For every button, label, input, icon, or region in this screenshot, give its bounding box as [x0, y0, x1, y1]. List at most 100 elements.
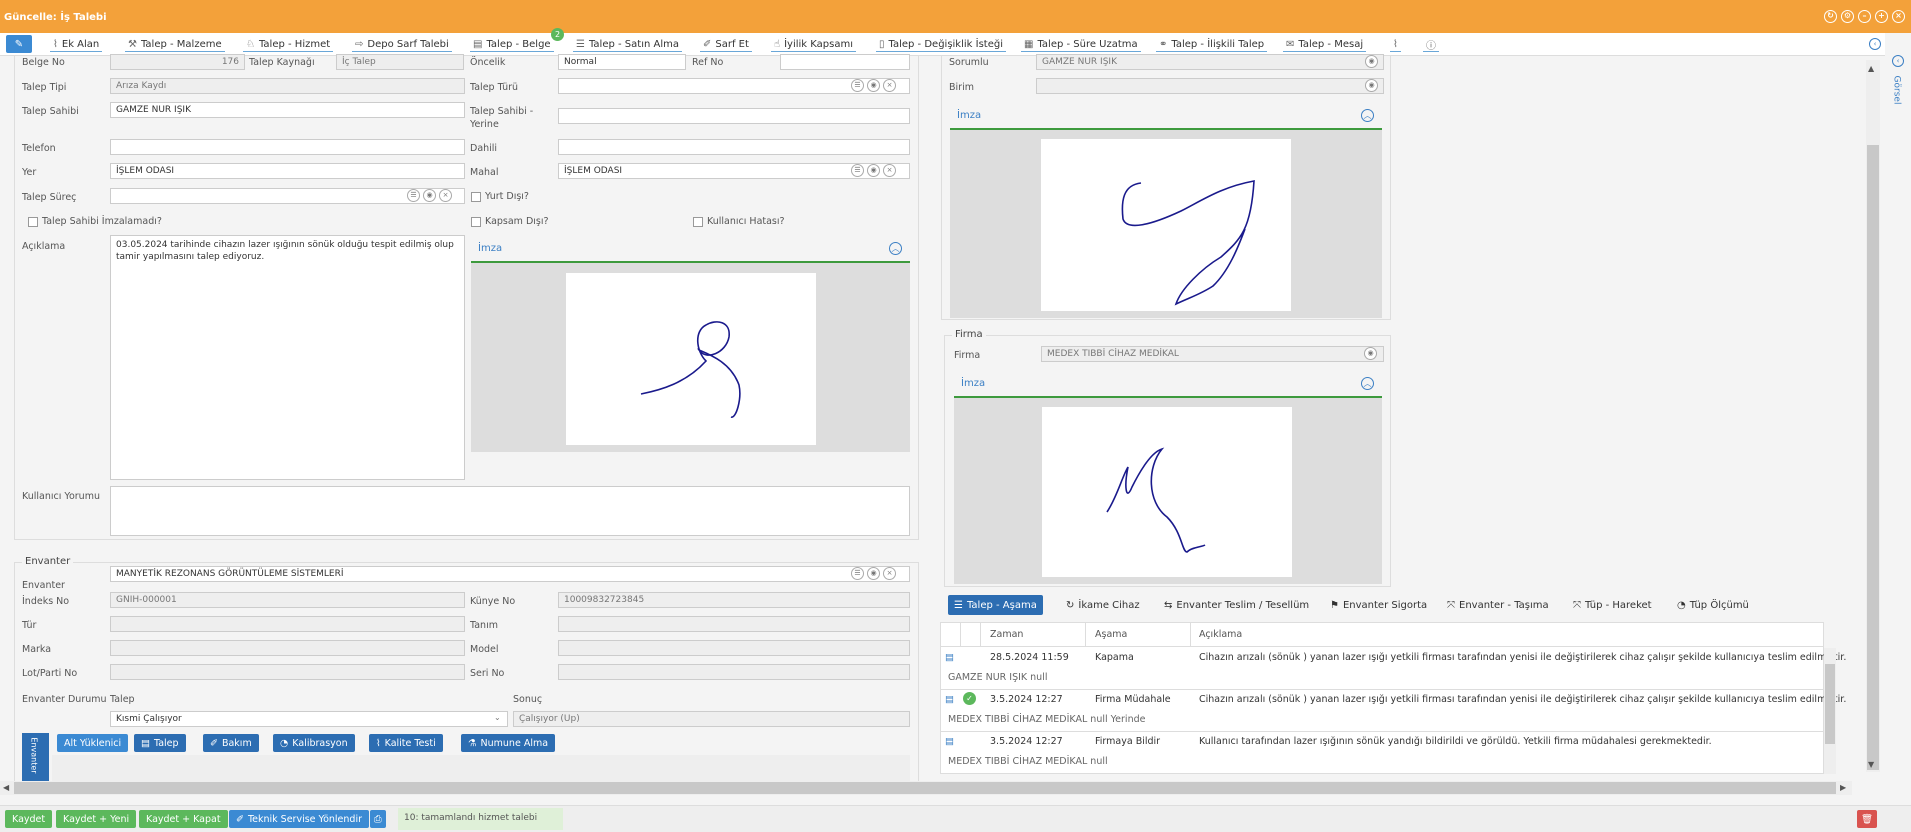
row-detail-icon[interactable]: ▤ [945, 652, 954, 663]
alt-yuklenici-button[interactable]: Alt Yüklenici [57, 734, 129, 752]
signature-canvas[interactable] [1042, 407, 1292, 577]
tab-talep-belge[interactable]: ▤ Talep - Belge [470, 37, 554, 52]
eye-icon[interactable]: ◉ [423, 189, 436, 202]
kunye-no-label: Künye No [470, 596, 516, 607]
document-icon: ▤ [141, 737, 150, 749]
tab-iyilik-kapsami[interactable]: ☝ İyilik Kapsamı [771, 37, 856, 52]
ref-no-field[interactable] [780, 54, 910, 70]
tab-iliskili-talep[interactable]: ⚭ Talep - İlişkili Talep [1156, 37, 1268, 52]
grid-tab-ikame-cihaz[interactable]: ↻ İkame Cihaz [1066, 595, 1140, 615]
tab-talep-mesaj[interactable]: ✉ Talep - Mesaj [1283, 37, 1367, 52]
kullanici-hatasi-checkbox[interactable]: Kullanıcı Hatası? [693, 216, 785, 227]
list-icon[interactable]: ☰ [407, 189, 420, 202]
imza-panel: İmza ︿ [471, 235, 910, 452]
side-tab-gorsel[interactable]: ‹ Görsel [1890, 55, 1908, 115]
numune-alma-button[interactable]: ⚗ Numune Alma [461, 734, 556, 752]
kalibrasyon-button[interactable]: ◔ Kalibrasyon [273, 734, 355, 752]
grid-scrollbar-thumb[interactable] [1825, 664, 1835, 744]
row-detail-icon[interactable]: ▤ [945, 694, 954, 705]
row-detail-icon[interactable]: ▤ [945, 736, 954, 747]
tab-ek-alan[interactable]: ⌇ Ek Alan [50, 37, 103, 52]
scroll-down-icon[interactable]: ▼ [1868, 760, 1874, 769]
grid-tab-envanter-tasima[interactable]: ⤧ Envanter - Taşıma [1447, 595, 1549, 615]
grid-tab-tup-hareket[interactable]: ⤧ Tüp - Hareket [1573, 595, 1652, 615]
clear-icon[interactable]: × [883, 79, 896, 92]
refresh-icon[interactable]: ↻ [1824, 10, 1837, 23]
envanter-field[interactable]: MANYETİK REZONANS GÖRÜNTÜLEME SİSTEMLERİ [110, 566, 910, 582]
clear-icon[interactable]: × [883, 567, 896, 580]
collapse-up-icon[interactable]: ︿ [1361, 109, 1374, 122]
kalite-testi-button[interactable]: ⌇ Kalite Testi [369, 734, 443, 752]
dahili-field[interactable] [558, 139, 910, 155]
table-row[interactable]: ▤ ✓ 3.5.2024 12:27 Firma Müdahale Cihazı… [940, 690, 1846, 732]
tab-talep-hizmet[interactable]: ♘ Talep - Hizmet [243, 37, 334, 52]
grid-tab-envanter-sigorta[interactable]: ⚑ Envanter Sigorta [1330, 595, 1427, 615]
scroll-up-icon[interactable]: ▲ [1868, 64, 1874, 73]
table-row[interactable]: ▤ 28.5.2024 11:59 Kapama Cihazın arızalı… [940, 648, 1846, 690]
yer-field[interactable]: İŞLEM ODASI [110, 163, 465, 179]
eye-icon[interactable]: ◉ [867, 164, 880, 177]
collapse-icon[interactable]: ‹ [1869, 38, 1881, 50]
signature-canvas[interactable] [566, 273, 816, 445]
teknik-servis-button[interactable]: ✐ Teknik Servise Yönlendir [229, 810, 369, 828]
collapse-up-icon[interactable]: ︿ [1361, 377, 1374, 390]
talep-sahibi-yerine-field[interactable] [558, 108, 910, 124]
kaydet-kapat-button[interactable]: Kaydet + Kapat [139, 810, 228, 828]
print-button[interactable]: ⎙ [370, 810, 386, 828]
delete-button[interactable]: 🗑 [1857, 810, 1878, 828]
edit-tab[interactable]: ✎ [6, 35, 32, 53]
kullanici-yorumu-textarea[interactable] [110, 486, 910, 536]
settings-icon[interactable]: ⚙ [1841, 10, 1854, 23]
tab-sarf-et[interactable]: ✐ Sarf Et [700, 37, 752, 52]
telefon-field[interactable] [110, 139, 465, 155]
page-hscrollbar-thumb[interactable] [14, 782, 1836, 794]
marka-field [110, 640, 465, 656]
envanter-vertical-tab[interactable]: Envanter [22, 733, 49, 782]
talep-button[interactable]: ▤ Talep [134, 734, 186, 752]
scroll-left-icon[interactable]: ◀ [3, 783, 9, 792]
yurt-disi-checkbox[interactable]: Yurt Dışı? [471, 191, 529, 202]
talep-surec-label: Talep Süreç [22, 192, 77, 203]
check-icon: ✓ [963, 692, 976, 705]
tab-attachment[interactable]: ⌇ [1390, 37, 1401, 52]
tab-degisiklik-istegi[interactable]: ▯ Talep - Değişiklik İsteği [876, 37, 1006, 52]
talep-sahibi-imzalamadi-checkbox[interactable]: Talep Sahibi İmzalamadı? [28, 216, 162, 227]
tab-talep-malzeme[interactable]: ⚒ Talep - Malzeme [125, 37, 225, 52]
column-header-zaman[interactable]: Zaman [990, 629, 1023, 640]
clear-icon[interactable]: × [439, 189, 452, 202]
kaydet-yeni-button[interactable]: Kaydet + Yeni [56, 810, 137, 828]
column-header-aciklama[interactable]: Açıklama [1199, 629, 1242, 640]
kapsam-disi-checkbox[interactable]: Kapsam Dışı? [471, 216, 549, 227]
scroll-right-icon[interactable]: ▶ [1840, 783, 1846, 792]
grid-tab-talep-asama[interactable]: ☰ Talep - Aşama [948, 595, 1043, 615]
oncelik-select[interactable]: Normal [558, 54, 686, 70]
grid-tab-tup-olcumu[interactable]: ◔ Tüp Ölçümü [1677, 595, 1749, 615]
clear-icon[interactable]: × [883, 164, 896, 177]
list-icon[interactable]: ☰ [851, 164, 864, 177]
page-scrollbar-thumb[interactable] [1867, 145, 1879, 770]
eye-icon[interactable]: ◉ [1365, 55, 1378, 68]
aciklama-textarea[interactable]: 03.05.2024 tarihinde cihazın lazer ışığı… [110, 235, 465, 480]
tab-talep-satin-alma[interactable]: ☰ Talep - Satın Alma [573, 37, 682, 52]
table-row[interactable]: ▤ 3.5.2024 12:27 Firmaya Bildir Kullanıc… [940, 732, 1824, 774]
signature-canvas[interactable] [1041, 139, 1291, 311]
list-icon[interactable]: ☰ [851, 79, 864, 92]
eye-icon[interactable]: ◉ [867, 79, 880, 92]
kaydet-button[interactable]: Kaydet [5, 810, 53, 828]
talep-sahibi-field[interactable]: GAMZE NUR IŞIK [110, 102, 465, 118]
grid-tab-envanter-teslim[interactable]: ⇆ Envanter Teslim / Tesellüm [1164, 595, 1309, 615]
tab-depo-sarf[interactable]: ⇨ Depo Sarf Talebi [352, 37, 452, 52]
column-header-asama[interactable]: Aşama [1095, 629, 1127, 640]
talep-durum-select[interactable]: Kısmi Çalışıyor [110, 711, 508, 727]
eye-icon[interactable]: ◉ [1364, 347, 1377, 360]
maximize-icon[interactable]: + [1875, 10, 1888, 23]
bakim-button[interactable]: ✐ Bakım [203, 734, 259, 752]
tab-info[interactable]: ⓘ [1423, 37, 1439, 52]
list-icon[interactable]: ☰ [851, 567, 864, 580]
close-icon[interactable]: × [1892, 10, 1905, 23]
minimize-icon[interactable]: – [1858, 10, 1871, 23]
collapse-up-icon[interactable]: ︿ [889, 242, 902, 255]
tab-sure-uzatma[interactable]: ▦ Talep - Süre Uzatma [1021, 37, 1141, 52]
eye-icon[interactable]: ◉ [867, 567, 880, 580]
eye-icon[interactable]: ◉ [1365, 79, 1378, 92]
